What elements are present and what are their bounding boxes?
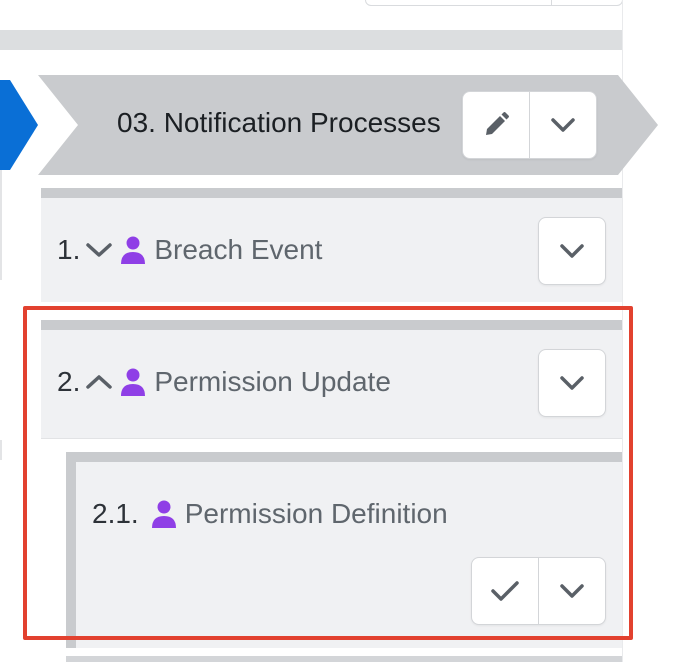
edit-stage-button[interactable] [463, 92, 529, 158]
complete-button[interactable] [472, 558, 538, 624]
left-connector-lower [0, 440, 2, 460]
item-number: 2. [57, 366, 81, 397]
item-label[interactable]: Breach Event [154, 234, 322, 266]
stage-menu-button[interactable] [529, 92, 596, 158]
item-menu-button[interactable] [538, 349, 606, 417]
top-toolbar-edge [365, 0, 623, 6]
stage-actions [462, 91, 597, 159]
checkmark-icon [491, 581, 519, 601]
left-connector [0, 170, 2, 280]
item-label[interactable]: Permission Definition [185, 498, 448, 530]
divider [41, 438, 622, 439]
chevron-up-icon[interactable] [84, 372, 114, 392]
chevron-down-icon [551, 118, 575, 132]
person-icon [121, 236, 146, 264]
stage-header-bar [0, 30, 622, 50]
list-item-permission-definition: 2.1. Permission Definition [92, 494, 448, 534]
list-item-permission-update: 2. Permission Update [57, 362, 391, 402]
list-item-breach-event: 1. Breach Event [57, 230, 322, 270]
item-menu-toggle[interactable] [539, 218, 605, 284]
next-card-edge [66, 656, 622, 662]
previous-stage-arrow[interactable] [0, 80, 40, 170]
pencil-icon [486, 112, 509, 135]
chevron-down-icon[interactable] [84, 240, 114, 260]
person-icon [151, 500, 176, 528]
item-menu-toggle[interactable] [539, 350, 605, 416]
chevron-down-icon [560, 244, 584, 258]
chevron-down-icon [560, 584, 584, 598]
chevron-down-icon [560, 376, 584, 390]
item-number: 1. [57, 234, 81, 265]
item-number: 2.1. [92, 498, 139, 529]
item-menu-button[interactable] [538, 217, 606, 285]
person-icon [121, 368, 146, 396]
item-menu-toggle[interactable] [538, 558, 605, 624]
item-label[interactable]: Permission Update [154, 366, 391, 398]
stage-title: 03. Notification Processes [117, 107, 441, 138]
nested-item-actions [471, 557, 606, 625]
